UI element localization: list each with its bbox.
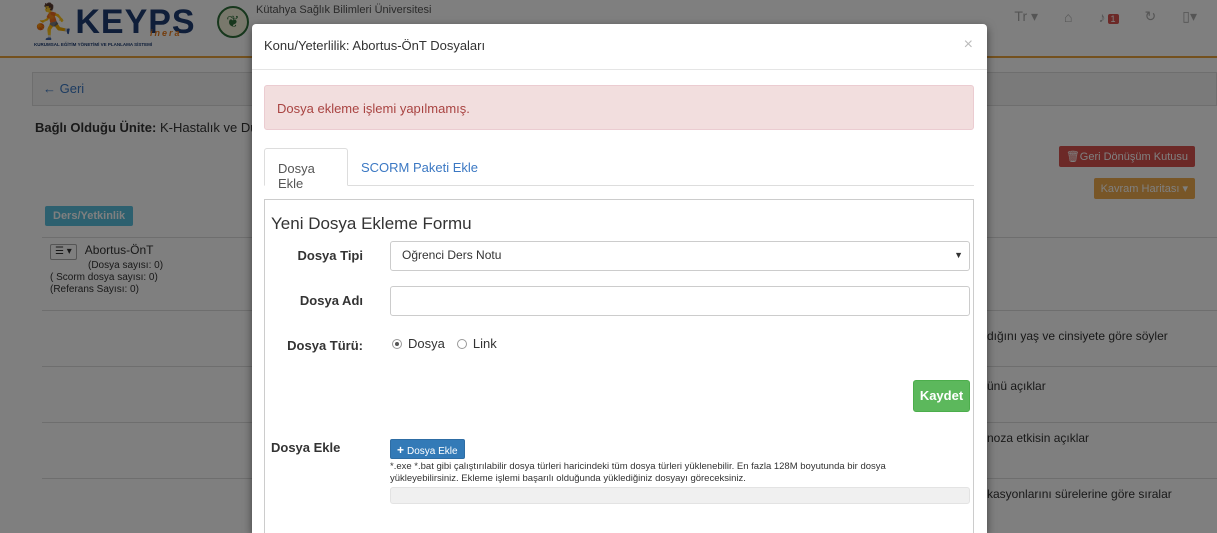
add-file-button-label: Dosya Ekle: [407, 446, 458, 457]
add-file-button[interactable]: + Dosya Ekle: [390, 439, 465, 459]
file-name-label: Dosya Adı: [299, 293, 363, 308]
radio-link[interactable]: [456, 338, 467, 349]
file-type-label: Dosya Tipi: [297, 248, 363, 263]
modal-title: Konu/Yeterlilik: Abortus-ÖnT Dosyaları: [264, 38, 486, 53]
file-name-input[interactable]: [390, 286, 970, 316]
upload-help-text: *.exe *.bat gibi çalıştırılabilir dosya …: [390, 461, 886, 484]
tab-add-scorm[interactable]: SCORM Paketi Ekle: [348, 148, 491, 186]
modal-tabs: Dosya Ekle SCORM Paketi Ekle: [264, 148, 974, 191]
radio-file-label: Dosya: [408, 336, 445, 351]
files-modal: Konu/Yeterlilik: Abortus-ÖnT Dosyaları ×…: [252, 24, 987, 533]
file-kind-radio-group: Dosya Link: [392, 336, 497, 351]
upload-label: Dosya Ekle: [271, 440, 341, 455]
form-title: Yeni Dosya Ekleme Formu: [271, 214, 472, 233]
close-icon[interactable]: ×: [964, 36, 973, 54]
tab-add-file[interactable]: Dosya Ekle: [264, 148, 348, 191]
caret-down-icon: ▼: [954, 250, 963, 260]
modal-header: Konu/Yeterlilik: Abortus-ÖnT Dosyaları ×: [252, 24, 987, 70]
new-file-form: Yeni Dosya Ekleme Formu Dosya Tipi Oğren…: [264, 199, 974, 533]
radio-link-label: Link: [472, 336, 497, 351]
file-type-select[interactable]: Oğrenci Ders Notu ▼: [390, 241, 970, 271]
upload-progress-bar: [390, 487, 970, 504]
file-kind-label: Dosya Türü:: [287, 338, 363, 353]
save-button[interactable]: Kaydet: [913, 380, 970, 412]
no-file-alert: Dosya ekleme işlemi yapılmamış.: [264, 85, 974, 130]
file-type-value: Oğrenci Ders Notu: [402, 248, 502, 262]
plus-icon: +: [397, 443, 405, 457]
radio-file[interactable]: [392, 338, 402, 349]
